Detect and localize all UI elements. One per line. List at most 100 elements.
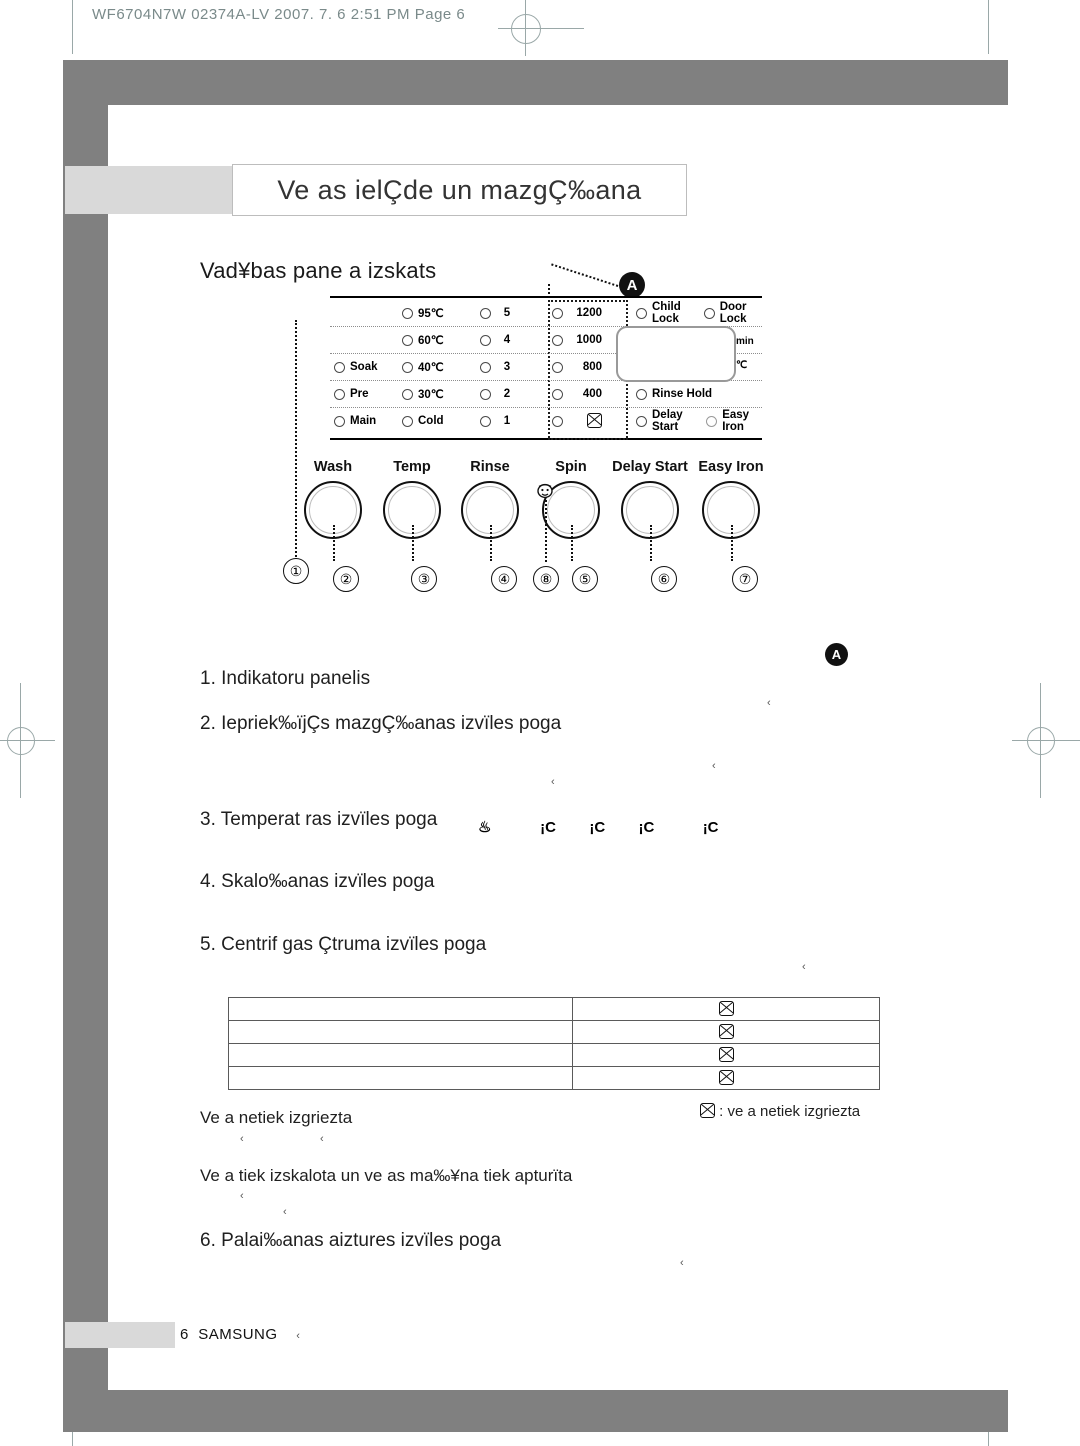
knob-leader-line	[571, 525, 573, 561]
wash-option-pre[interactable]: Pre	[330, 388, 402, 400]
temp-option-30[interactable]: 30℃	[402, 387, 480, 401]
temp-option-40[interactable]: 40℃	[402, 360, 480, 374]
table-row	[227, 1043, 880, 1067]
rinse-label: 4	[503, 334, 511, 346]
page-frame-bottom-band	[63, 1390, 1008, 1432]
caption-no-spin-note-a: ‹	[240, 1133, 244, 1145]
indicator-dot-icon	[636, 415, 647, 427]
wash-label: Main	[350, 415, 377, 427]
callout-a-top: A	[619, 272, 645, 298]
temp-label: 40℃	[418, 362, 444, 374]
indicator-dot-icon	[552, 388, 563, 400]
table-row	[227, 997, 880, 1021]
list-item-2-note-a: ‹	[712, 760, 716, 772]
knob-label: Spin	[555, 459, 587, 475]
list-item-1-note: ‹	[767, 697, 771, 709]
easy-iron-label: Easy Iron	[722, 409, 750, 433]
indicator-dot-icon	[334, 415, 345, 427]
table-cell-symbol	[572, 1066, 880, 1090]
list-item-text: Centrif gas Çtruma izvïles poga	[221, 934, 487, 955]
no-spin-icon	[718, 1070, 734, 1085]
table-cell-description	[227, 1020, 574, 1044]
knob-leader-line	[731, 525, 733, 561]
spin-options-table	[227, 997, 880, 1090]
display-unit-min: min	[736, 336, 754, 347]
footer: 6 SAMSUNG ‹	[180, 1326, 301, 1343]
callout-number-3: ③	[411, 566, 437, 592]
list-item-text: Iepriek‰ïjÇs mazgÇ‰anas izvïles poga	[221, 713, 562, 734]
wash-option-main[interactable]: Main	[330, 415, 402, 427]
indicator-dot-icon	[480, 361, 491, 373]
spin-option-400[interactable]: 400	[552, 388, 630, 400]
rinse-label: 5	[503, 307, 511, 319]
indicator-dot-icon	[480, 388, 491, 400]
no-spin-icon	[718, 1024, 734, 1039]
indicator-dot-icon	[703, 307, 715, 319]
spin-option-no-spin[interactable]	[552, 413, 630, 429]
list-item-text: Skalo‰anas izvïles poga	[221, 871, 435, 892]
knob-label: Wash	[313, 459, 353, 475]
control-panel-diagram: 95℃ 5 1200 Child Lock Door Lock 60℃ 4 10…	[330, 296, 762, 442]
lock-indicators: Child Lock Door Lock	[630, 301, 762, 325]
display-screen	[616, 326, 736, 382]
spin-group-divider-bottom	[548, 438, 628, 440]
rinse-label: 2	[503, 388, 511, 400]
page-frame-top-band	[63, 60, 1008, 105]
table-cell-symbol	[572, 1020, 880, 1044]
caption-no-spin-note-b: ‹	[320, 1133, 324, 1145]
callout-a-body: A	[825, 643, 848, 666]
temp-label: 30℃	[418, 389, 444, 401]
rinse-option-3[interactable]: 3	[480, 361, 552, 373]
knob-delay-start[interactable]: Delay Start	[610, 459, 690, 561]
wash-label: Pre	[350, 388, 369, 400]
knob-wash[interactable]: Wash	[293, 459, 373, 561]
callout-number-7: ⑦	[732, 566, 758, 592]
child-lock-leader-line	[545, 500, 547, 562]
rinse-option-5[interactable]: 5	[480, 307, 552, 319]
indicator-dot-icon	[636, 307, 647, 319]
steam-icon: ♨	[478, 819, 492, 836]
section-heading: Vad¥bas pane a izskats	[200, 258, 437, 283]
wash-option-soak[interactable]: Soak	[330, 361, 402, 373]
table-cell-description	[227, 997, 574, 1021]
delay-easyiron-indicators[interactable]: Delay Start Easy Iron	[630, 409, 762, 433]
temp-option-60[interactable]: 60℃	[402, 333, 480, 347]
knob-rinse[interactable]: Rinse	[450, 459, 530, 561]
list-item-text: Indikatoru panelis	[221, 668, 371, 689]
page-frame-left-band	[63, 60, 108, 1390]
indicator-dot-icon	[480, 334, 491, 346]
knob-label: Easy Iron	[698, 459, 764, 475]
callout-number-8: ⑧	[533, 566, 559, 592]
rinse-hold-indicator[interactable]: Rinse Hold	[630, 388, 762, 400]
list-item-6: 6. Palai‰anas aiztures izvïles poga	[200, 1230, 501, 1252]
indicator-dot-icon	[334, 388, 345, 400]
temp-option-95[interactable]: 95℃	[402, 306, 480, 320]
no-spin-icon	[700, 1103, 715, 1118]
knob-temp[interactable]: Temp	[372, 459, 452, 561]
rinse-option-2[interactable]: 2	[480, 388, 552, 400]
list-item-text: Palai‰anas aiztures izvïles poga	[221, 1230, 502, 1251]
spin-label: 1200	[576, 307, 602, 319]
no-spin-icon	[718, 1047, 734, 1062]
indicator-dot-icon	[334, 361, 345, 373]
indicator-dot-icon	[706, 415, 718, 427]
rinse-option-1[interactable]: 1	[480, 415, 552, 427]
rinse-option-4[interactable]: 4	[480, 334, 552, 346]
control-panel-row: 95℃ 5 1200 Child Lock Door Lock	[330, 300, 762, 326]
print-header: WF6704N7W 02374A-LV 2007. 7. 6 2:51 PM P…	[92, 6, 466, 23]
caption-rinse-hold-note-a: ‹	[240, 1190, 244, 1202]
spin-option-1200[interactable]: 1200	[552, 307, 630, 319]
knob-label: Rinse	[470, 459, 510, 475]
list-item-text: Temperat ras izvïles poga	[220, 809, 438, 830]
temp-symbol: ¡C	[540, 819, 556, 836]
control-panel-row: Main Cold 1 Delay Start Easy Iron	[330, 407, 762, 434]
spin-label: 1000	[576, 334, 602, 346]
temp-option-cold[interactable]: Cold	[402, 415, 480, 427]
indicator-dot-icon	[480, 307, 491, 319]
knob-leader-line	[490, 525, 492, 561]
indicator-dot-icon	[552, 307, 563, 319]
knob-easy-iron[interactable]: Easy Iron	[691, 459, 771, 561]
list-item-2: 2. Iepriek‰ïjÇs mazgÇ‰anas izvïles poga	[200, 713, 561, 735]
list-item-number: 2.	[200, 713, 216, 734]
list-item-number: 4.	[200, 871, 216, 892]
